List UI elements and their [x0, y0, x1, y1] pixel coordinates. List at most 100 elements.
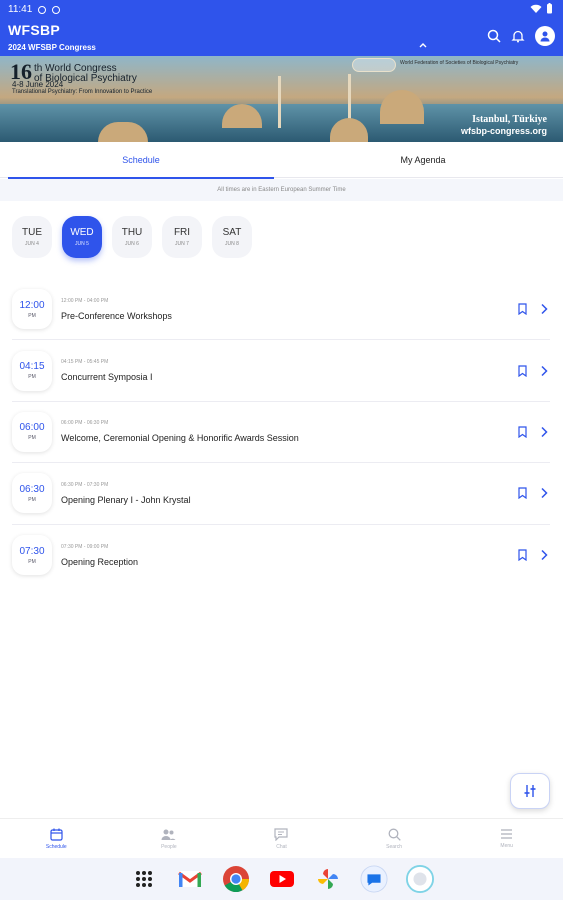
session-ampm: PM [28, 312, 36, 319]
day-sat[interactable]: SAT JUN 8 [212, 216, 252, 258]
session-range: 04:15 PM - 05:45 PM [61, 359, 109, 366]
session-time: 12:00 PM [12, 289, 52, 330]
status-time: 11:41 [8, 4, 33, 15]
gmail-icon[interactable] [176, 865, 204, 893]
user-icon [540, 31, 550, 42]
banner-dome [380, 90, 424, 124]
tab-label: Schedule [122, 155, 160, 165]
session-row[interactable]: 12:00 PM 12:00 PM - 04:00 PM Pre-Confere… [12, 279, 550, 341]
session-range: 12:00 PM - 04:00 PM [61, 297, 109, 304]
event-subtitle: 2024 WFSBP Congress [8, 43, 96, 52]
session-row[interactable]: 04:15 PM 04:15 PM - 05:45 PM Concurrent … [12, 340, 550, 402]
banner-url: wfsbp-congress.org [460, 126, 547, 136]
status-bar: 11:41 [8, 4, 61, 15]
nav-label: People [161, 843, 177, 850]
youtube-icon[interactable] [268, 865, 296, 893]
photos-icon[interactable] [314, 865, 342, 893]
session-time-value: 07:30 [19, 545, 45, 557]
day-name: THU [121, 227, 143, 238]
day-name: FRI [173, 227, 191, 238]
session-row[interactable]: 06:30 PM 06:30 PM - 07:30 PM Opening Ple… [12, 463, 550, 525]
banner-dates: 4-8 June 2024 [12, 80, 64, 89]
chat-icon [274, 827, 289, 841]
day-name: WED [70, 227, 94, 238]
nav-label: Menu [500, 843, 513, 849]
search-icon [388, 828, 401, 841]
tab-label: My Agenda [400, 155, 446, 165]
bookmark-icon[interactable] [517, 303, 528, 316]
app-header: 11:41 WFSBP 2024 WFSBP Congress [0, 0, 563, 56]
banner-location: Istanbul, Türkiye [472, 114, 547, 125]
notification-icon [38, 5, 47, 14]
app-icon[interactable] [405, 865, 434, 893]
day-name: SAT [222, 227, 242, 238]
nav-search[interactable]: Search [338, 819, 451, 858]
session-time-value: 04:15 [19, 361, 45, 373]
session-actions [517, 549, 548, 562]
banner-theme: Translational Psychiatry: From Innovatio… [12, 89, 153, 95]
filter-sliders-icon [524, 785, 536, 797]
session-range: 06:00 PM - 06:30 PM [61, 420, 109, 427]
bookmark-icon[interactable] [517, 549, 528, 562]
session-info: 06:00 PM - 06:30 PM Welcome, Ceremonial … [61, 420, 550, 443]
status-icons [530, 3, 553, 14]
chevron-right-icon[interactable] [540, 365, 548, 377]
banner-minaret [278, 76, 281, 128]
app-drawer-icon[interactable] [130, 865, 158, 893]
day-date: JUN 8 [225, 241, 239, 247]
bottom-nav: Schedule People Chat Search Menu [0, 818, 563, 858]
banner-org: World Federation of Societies of Biologi… [400, 60, 519, 66]
nav-schedule[interactable]: Schedule [0, 819, 113, 858]
wifi-icon [530, 4, 542, 13]
session-range: 06:30 PM - 07:30 PM [61, 481, 109, 488]
chevron-right-icon[interactable] [540, 426, 548, 438]
avatar[interactable] [535, 26, 555, 46]
chrome-icon[interactable] [222, 865, 250, 893]
bookmark-icon[interactable] [517, 487, 528, 500]
search-icon[interactable] [487, 29, 501, 43]
timezone-note: All times are in Eastern European Summer… [0, 179, 563, 201]
session-time: 07:30 PM [12, 535, 52, 576]
nav-people[interactable]: People [113, 819, 226, 858]
session-actions [517, 426, 548, 438]
tab-my-agenda[interactable]: My Agenda [290, 142, 556, 178]
congress-banner: 16 th World Congress of Biological Psych… [0, 56, 563, 142]
day-date: JUN 4 [25, 241, 39, 247]
session-time-value: 06:00 [19, 422, 45, 434]
bell-icon[interactable] [511, 29, 525, 43]
day-selector: TUE JUN 4 WED JUN 5 THU JUN 6 FRI JUN 7 … [12, 216, 252, 258]
bookmark-icon[interactable] [517, 426, 528, 438]
day-name: TUE [22, 227, 42, 238]
session-row[interactable]: 07:30 PM 07:30 PM - 09:00 PM Opening Rec… [12, 525, 550, 586]
day-thu[interactable]: THU JUN 6 [112, 216, 152, 258]
day-fri[interactable]: FRI JUN 7 [162, 216, 202, 258]
nav-menu[interactable]: Menu [450, 819, 563, 858]
session-row[interactable]: 06:00 PM 06:00 PM - 06:30 PM Welcome, Ce… [12, 402, 550, 464]
day-tue[interactable]: TUE JUN 4 [12, 216, 52, 258]
session-time-value: 06:30 [19, 483, 45, 495]
banner-text: 16 th World Congress of Biological Psych… [10, 59, 152, 95]
wfsbp-logo [352, 58, 396, 72]
session-info: 04:15 PM - 05:45 PM Concurrent Symposia … [61, 359, 550, 382]
bookmark-icon[interactable] [517, 364, 528, 377]
session-title: Welcome, Ceremonial Opening & Honorific … [61, 433, 299, 444]
nav-chat[interactable]: Chat [225, 819, 338, 858]
app-title: WFSBP [8, 22, 61, 38]
chevron-right-icon[interactable] [540, 303, 548, 315]
nav-label: Schedule [45, 843, 67, 850]
session-ampm: PM [28, 435, 36, 442]
chevron-right-icon[interactable] [540, 487, 548, 499]
chevron-right-icon[interactable] [540, 549, 548, 561]
session-title: Opening Plenary I - John Krystal [61, 494, 191, 505]
calendar-icon [50, 828, 63, 841]
session-time: 06:00 PM [12, 411, 52, 452]
session-info: 06:30 PM - 07:30 PM Opening Plenary I - … [61, 482, 550, 505]
chevron-up-icon[interactable] [418, 40, 428, 50]
messages-icon[interactable] [359, 865, 388, 893]
session-title: Opening Reception [61, 556, 139, 567]
tab-schedule[interactable]: Schedule [8, 142, 274, 179]
filter-button[interactable] [510, 773, 550, 809]
session-list: 12:00 PM 12:00 PM - 04:00 PM Pre-Confere… [12, 279, 550, 586]
day-date: JUN 7 [175, 241, 189, 247]
day-wed[interactable]: WED JUN 5 [62, 216, 102, 258]
